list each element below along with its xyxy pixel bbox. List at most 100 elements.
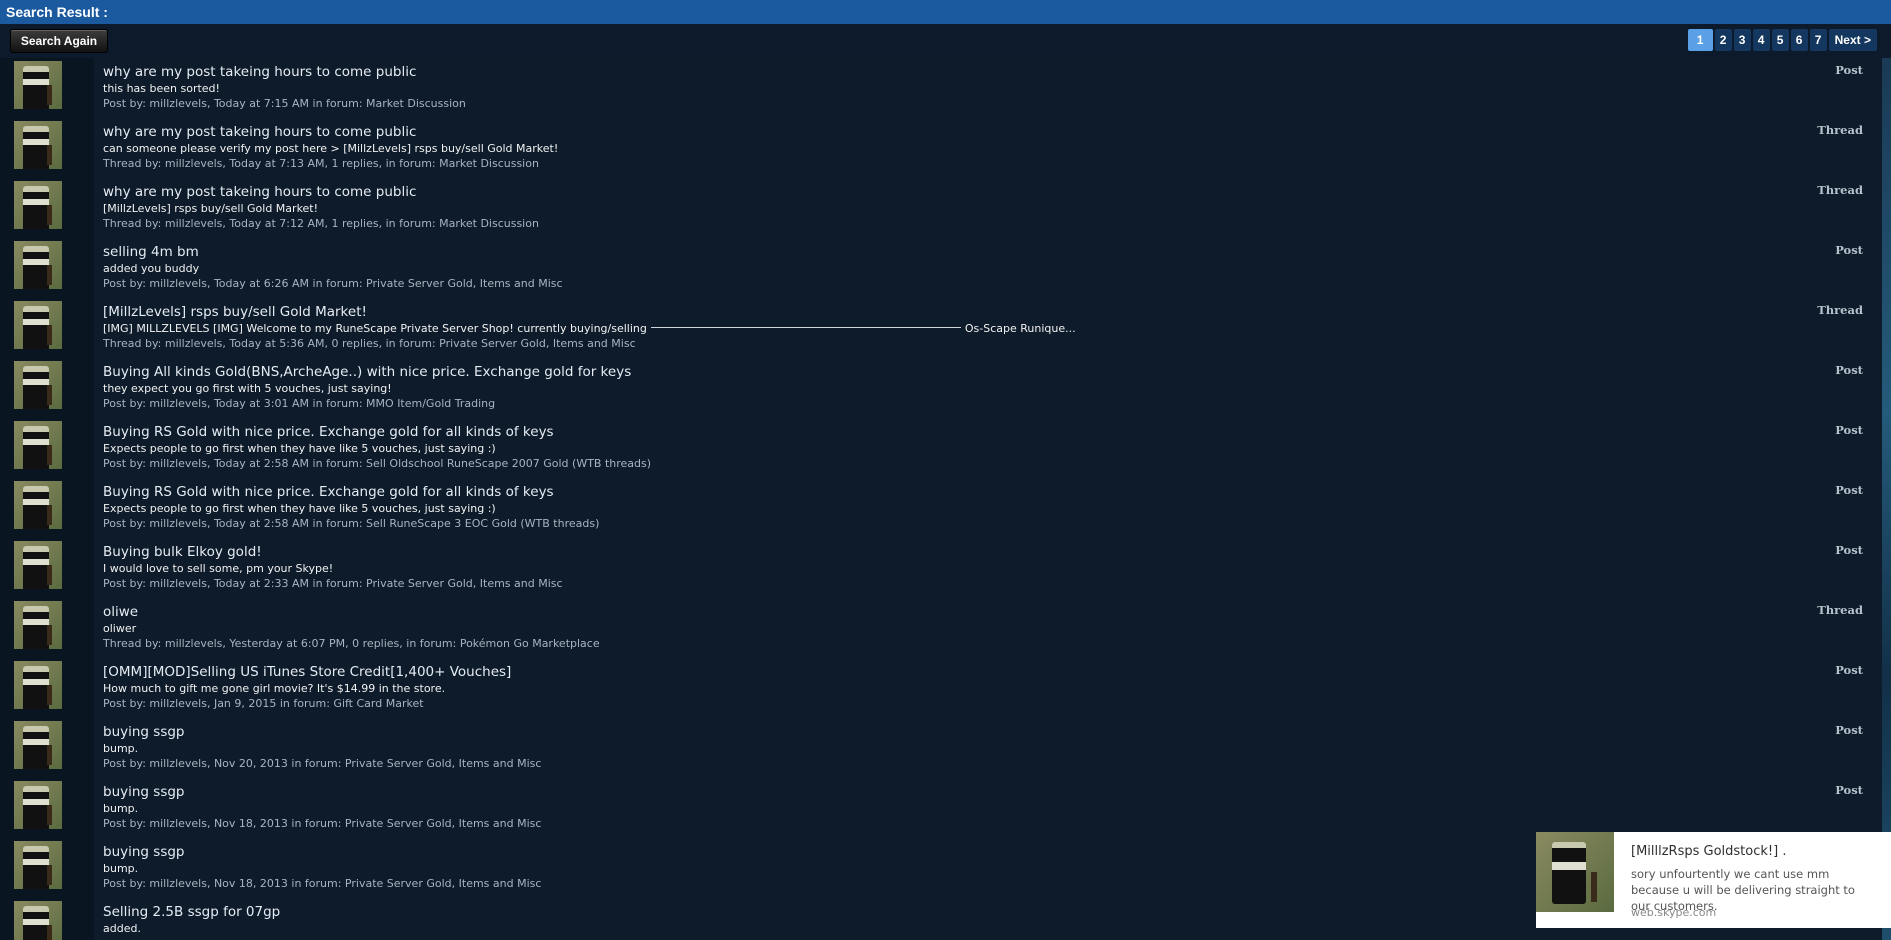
result-snippet-text: bump. xyxy=(103,862,139,875)
avatar[interactable] xyxy=(14,901,62,940)
result-meta: Thread by: millzlevels, Today at 7:13 AM… xyxy=(103,157,539,170)
avatar[interactable] xyxy=(14,481,62,529)
result-content: why are my post takeing hours to come pu… xyxy=(103,64,1852,111)
avatar[interactable] xyxy=(14,301,62,349)
result-type-label: Post xyxy=(1835,423,1863,437)
result-title-link[interactable]: why are my post takeing hours to come pu… xyxy=(103,184,1852,201)
result-type-label: Post xyxy=(1835,63,1863,77)
result-title-link[interactable]: buying ssgp xyxy=(103,784,1852,801)
result-title-link[interactable]: Buying RS Gold with nice price. Exchange… xyxy=(103,424,1852,441)
page-6-button[interactable]: 6 xyxy=(1790,29,1808,51)
result-snippet: bump. xyxy=(103,741,1852,756)
avatar[interactable] xyxy=(14,361,62,409)
result-meta: Thread by: millzlevels, Today at 5:36 AM… xyxy=(103,337,636,350)
avatar[interactable] xyxy=(14,601,62,649)
result-snippet-text: added. xyxy=(103,922,141,935)
result-meta: Post by: millzlevels, Nov 20, 2013 in fo… xyxy=(103,757,542,770)
result-content: Buying RS Gold with nice price. Exchange… xyxy=(103,424,1852,471)
result-type-label: Thread xyxy=(1817,183,1863,197)
page-2-button[interactable]: 2 xyxy=(1714,29,1732,51)
result-meta: Post by: millzlevels, Today at 3:01 AM i… xyxy=(103,397,496,410)
result-title-link[interactable]: Buying bulk Elkoy gold! xyxy=(103,544,1852,561)
result-title-link[interactable]: selling 4m bm xyxy=(103,244,1852,261)
search-again-button[interactable]: Search Again xyxy=(10,29,108,53)
result-meta: Thread by: millzlevels, Today at 7:12 AM… xyxy=(103,217,539,230)
result-snippet-text: How much to gift me gone girl movie? It'… xyxy=(103,682,446,695)
result-title-link[interactable]: why are my post takeing hours to come pu… xyxy=(103,124,1852,141)
result-content: Buying All kinds Gold(BNS,ArcheAge..) wi… xyxy=(103,364,1852,411)
pagination: 1 2 3 4 5 6 7 Next > xyxy=(1687,29,1877,51)
result-snippet: Expects people to go first when they hav… xyxy=(103,501,1852,516)
skype-notification[interactable]: [MilllzRsps Goldstock!] . sory unfourten… xyxy=(1536,832,1891,928)
result-snippet-text: I would love to sell some, pm your Skype… xyxy=(103,562,334,575)
avatar[interactable] xyxy=(14,661,62,709)
result-meta: Post by: millzlevels, Today at 2:58 AM i… xyxy=(103,457,652,470)
result-type-label: Post xyxy=(1835,483,1863,497)
avatar[interactable] xyxy=(14,421,62,469)
avatar[interactable] xyxy=(14,841,62,889)
avatar[interactable] xyxy=(14,241,62,289)
result-content: why are my post takeing hours to come pu… xyxy=(103,124,1852,171)
result-content: buying ssgp bump. Post by: millzlevels, No… xyxy=(103,784,1852,831)
result-type-label: Post xyxy=(1835,663,1863,677)
result-snippet-tail: Os-Scape Runique... xyxy=(964,322,1076,335)
result-snippet: [MillzLevels] rsps buy/sell Gold Market! xyxy=(103,201,1852,216)
result-snippet: added you buddy xyxy=(103,261,1852,276)
avatar[interactable] xyxy=(14,781,62,829)
result-title-link[interactable]: Buying RS Gold with nice price. Exchange… xyxy=(103,484,1852,501)
result-type-label: Thread xyxy=(1817,303,1863,317)
notification-source: web.skype.com xyxy=(1631,906,1717,919)
result-title-link[interactable]: buying ssgp xyxy=(103,724,1852,741)
page-7-button[interactable]: 7 xyxy=(1809,29,1827,51)
avatar[interactable] xyxy=(14,121,62,169)
result-snippet-text: oliwer xyxy=(103,622,137,635)
result-row: buying ssgp bump. Post by: millzlevels, No… xyxy=(0,718,1882,778)
horizontal-rule xyxy=(650,326,961,328)
result-row: [MillzLevels] rsps buy/sell Gold Market!… xyxy=(0,298,1882,358)
result-snippet: How much to gift me gone girl movie? It'… xyxy=(103,681,1852,696)
page-5-button[interactable]: 5 xyxy=(1771,29,1789,51)
result-row: buying ssgp bump. Post by: millzlevels, No… xyxy=(0,778,1882,838)
result-row: why are my post takeing hours to come pu… xyxy=(0,118,1882,178)
result-snippet-text: this has been sorted! xyxy=(103,82,220,95)
toolbar: Search Again 1 2 3 4 5 6 7 Next > xyxy=(0,24,1891,58)
result-title-link[interactable]: why are my post takeing hours to come pu… xyxy=(103,64,1852,81)
result-title-link[interactable]: oliwe xyxy=(103,604,1852,621)
result-snippet-text: [MillzLevels] rsps buy/sell Gold Market! xyxy=(103,202,319,215)
result-snippet-text: bump. xyxy=(103,802,139,815)
result-type-label: Post xyxy=(1835,363,1863,377)
next-page-button[interactable]: Next > xyxy=(1828,29,1877,51)
avatar[interactable] xyxy=(14,61,62,109)
result-meta: Post by: millzlevels, Today at 2:33 AM i… xyxy=(103,577,563,590)
result-row: [OMM][MOD]Selling US iTunes Store Credit… xyxy=(0,658,1882,718)
result-row: Buying RS Gold with nice price. Exchange… xyxy=(0,418,1882,478)
page-title-text: Search Result : xyxy=(6,4,108,20)
avatar[interactable] xyxy=(14,721,62,769)
background-strip xyxy=(1882,58,1891,940)
result-content: [MillzLevels] rsps buy/sell Gold Market!… xyxy=(103,304,1852,351)
result-title-link[interactable]: Buying All kinds Gold(BNS,ArcheAge..) wi… xyxy=(103,364,1852,381)
result-title-link[interactable]: [MillzLevels] rsps buy/sell Gold Market! xyxy=(103,304,1852,321)
result-snippet-text: Expects people to go first when they hav… xyxy=(103,502,496,515)
result-content: Buying bulk Elkoy gold! I would love to s… xyxy=(103,544,1852,591)
result-type-label: Post xyxy=(1835,243,1863,257)
avatar[interactable] xyxy=(14,541,62,589)
page-1-button[interactable]: 1 xyxy=(1687,29,1713,51)
result-row: Buying All kinds Gold(BNS,ArcheAge..) wi… xyxy=(0,358,1882,418)
page-3-button[interactable]: 3 xyxy=(1733,29,1751,51)
search-results-list: why are my post takeing hours to come pu… xyxy=(0,58,1891,940)
page-4-button[interactable]: 4 xyxy=(1752,29,1770,51)
result-title-link[interactable]: [OMM][MOD]Selling US iTunes Store Credit… xyxy=(103,664,1852,681)
result-meta: Post by: millzlevels, Today at 6:26 AM i… xyxy=(103,277,563,290)
notification-title: [MilllzRsps Goldstock!] . xyxy=(1631,844,1787,859)
result-snippet-text: Expects people to go first when they hav… xyxy=(103,442,496,455)
avatar[interactable] xyxy=(14,181,62,229)
result-content: oliwe oliwer Thread by: millzlevels, Yeste… xyxy=(103,604,1852,651)
result-content: selling 4m bm added you buddy Post by: mil… xyxy=(103,244,1852,291)
result-content: [OMM][MOD]Selling US iTunes Store Credit… xyxy=(103,664,1852,711)
result-type-label: Post xyxy=(1835,543,1863,557)
result-content: buying ssgp bump. Post by: millzlevels, No… xyxy=(103,724,1852,771)
result-snippet: they expect you go first with 5 vouches,… xyxy=(103,381,1852,396)
result-snippet-text: they expect you go first with 5 vouches,… xyxy=(103,382,392,395)
result-row: why are my post takeing hours to come pu… xyxy=(0,178,1882,238)
